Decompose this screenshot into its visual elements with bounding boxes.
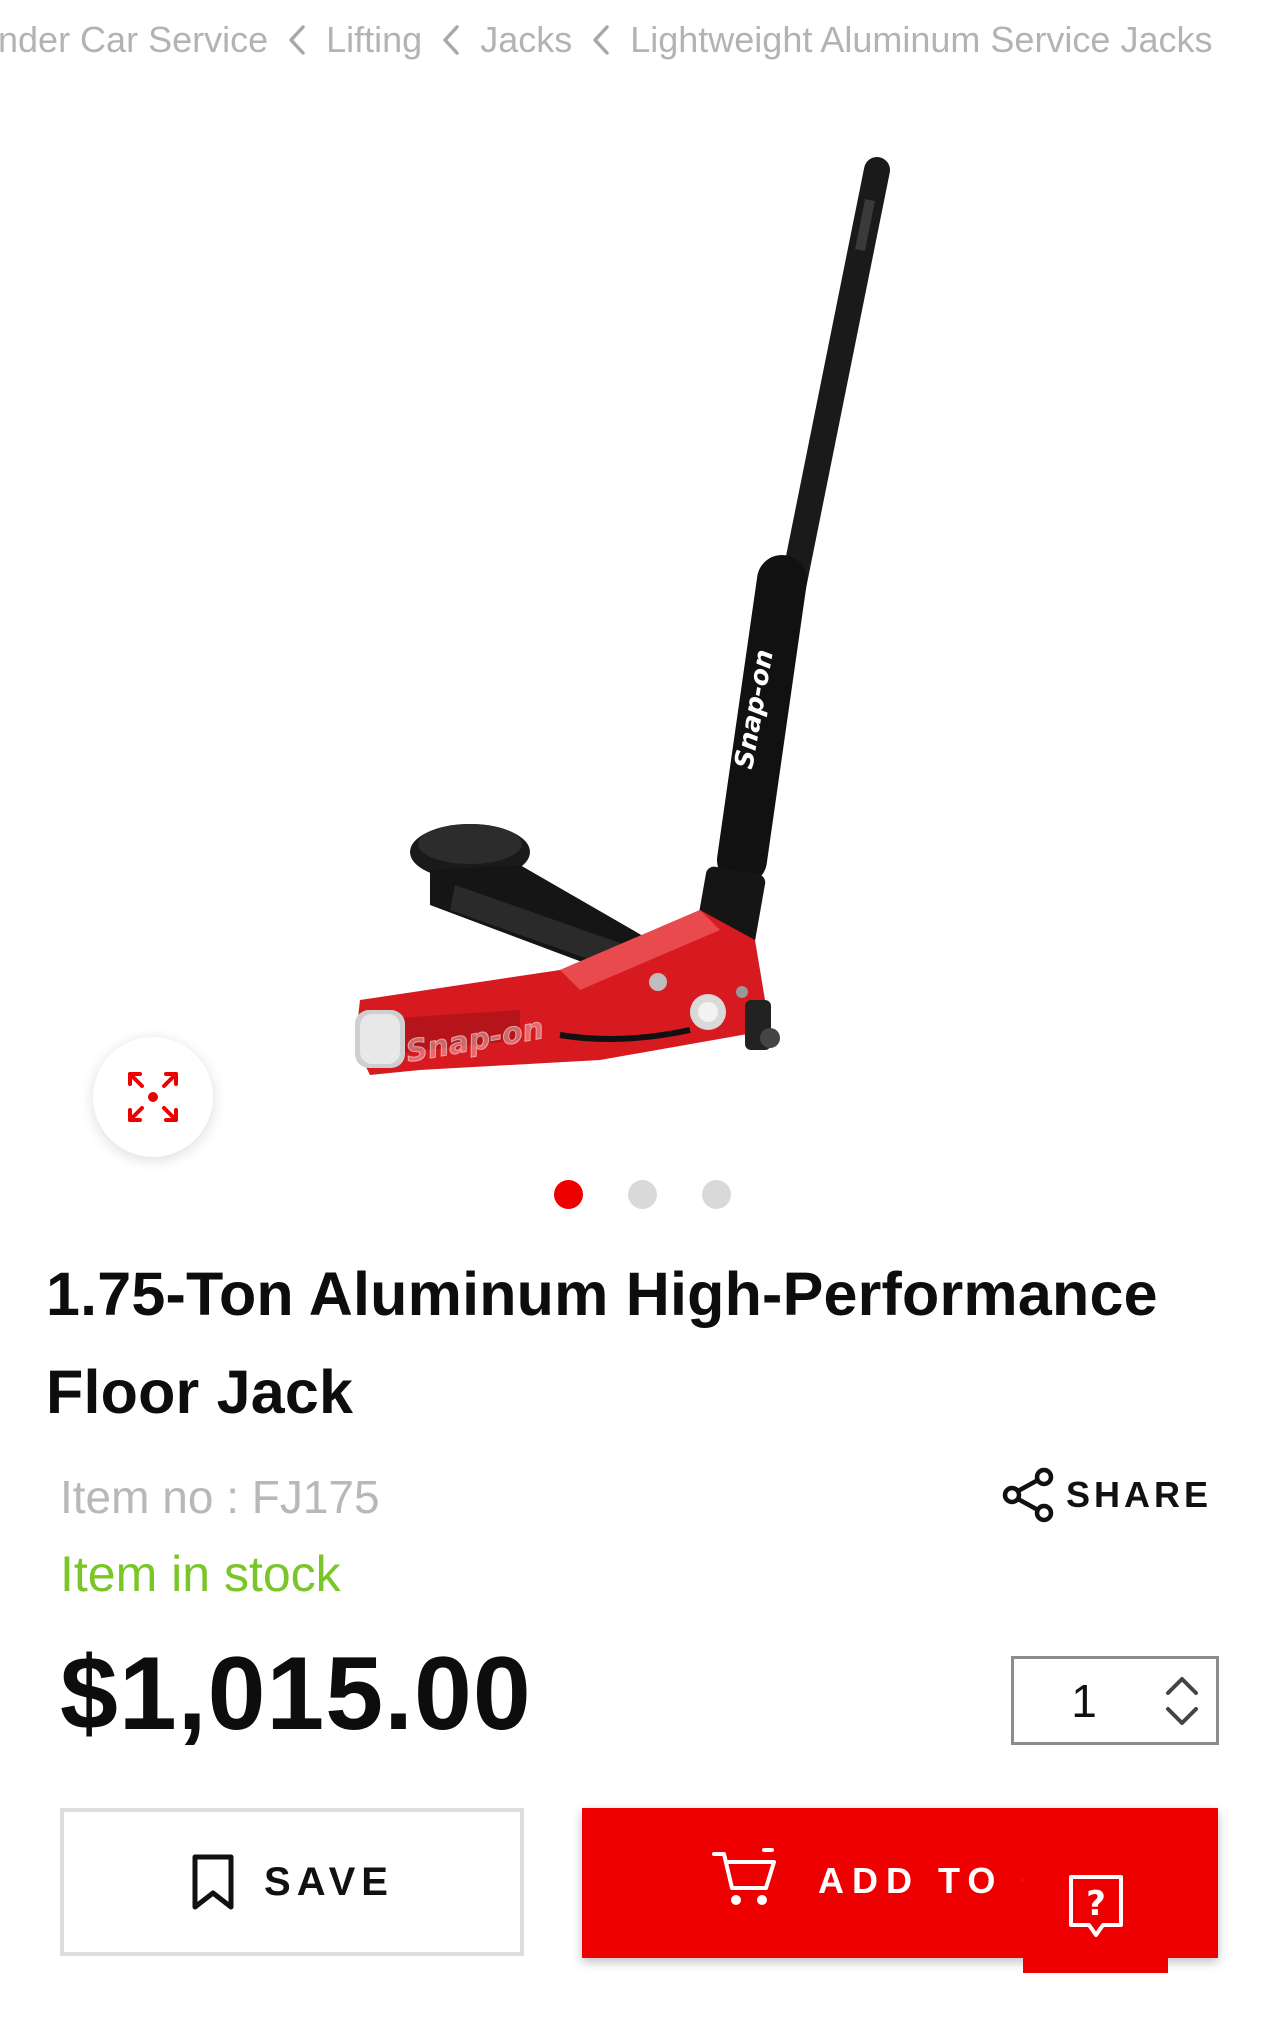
product-title: 1.75-Ton Aluminum High-Performance Floor…: [46, 1260, 1158, 1426]
help-button[interactable]: ?: [1023, 1855, 1168, 1973]
carousel-dot-2[interactable]: [627, 1180, 657, 1209]
stock-status: Item in stock: [60, 1546, 341, 1602]
quantity-stepper[interactable]: 1: [1011, 1656, 1219, 1745]
breadcrumb-lightweight-aluminum-service-jacks[interactable]: Lightweight Aluminum Service Jacks: [630, 19, 1212, 61]
chevron-left-icon: [572, 10, 630, 70]
add-to-cart-label: ADD TO CART: [818, 1860, 1028, 1901]
product-price: $1,015.00: [60, 1636, 532, 1752]
share-button[interactable]: SHARE: [1000, 1465, 1212, 1525]
bookmark-icon: [192, 1854, 234, 1910]
breadcrumb-jacks[interactable]: Jacks: [480, 19, 572, 61]
share-icon: [1002, 1467, 1054, 1523]
expand-arrows-icon: [128, 1072, 178, 1122]
stepper-arrows-icon[interactable]: [1162, 1671, 1202, 1731]
product-image-gallery[interactable]: Snap-on Snap-on: [0, 140, 1284, 1157]
carousel-dot-1[interactable]: [553, 1180, 583, 1209]
save-label: SAVE: [264, 1859, 394, 1904]
carousel-dot-3[interactable]: [701, 1180, 731, 1209]
save-button[interactable]: SAVE: [60, 1808, 524, 1956]
breadcrumb-lifting[interactable]: Lifting: [326, 19, 422, 61]
expand-image-button[interactable]: [93, 1037, 213, 1157]
chevron-left-icon: [268, 10, 326, 70]
svg-text:?: ?: [1086, 1884, 1106, 1924]
cart-icon: [712, 1848, 776, 1905]
item-number: Item no : FJ175: [60, 1471, 380, 1523]
product-image: Snap-on Snap-on: [355, 157, 890, 1075]
quantity-value[interactable]: 1: [1014, 1659, 1154, 1742]
breadcrumb-under-car-service[interactable]: nder Car Service: [0, 19, 268, 61]
share-label: SHARE: [1066, 1474, 1213, 1515]
carousel-dots: [0, 1180, 1284, 1210]
breadcrumb: nder Car Service Lifting Jacks Lightweig…: [0, 10, 1212, 70]
help-question-icon: ?: [1068, 1875, 1123, 1937]
product-page: nder Car Service Lifting Jacks Lightweig…: [0, 0, 1284, 2022]
chevron-left-icon: [422, 10, 480, 70]
